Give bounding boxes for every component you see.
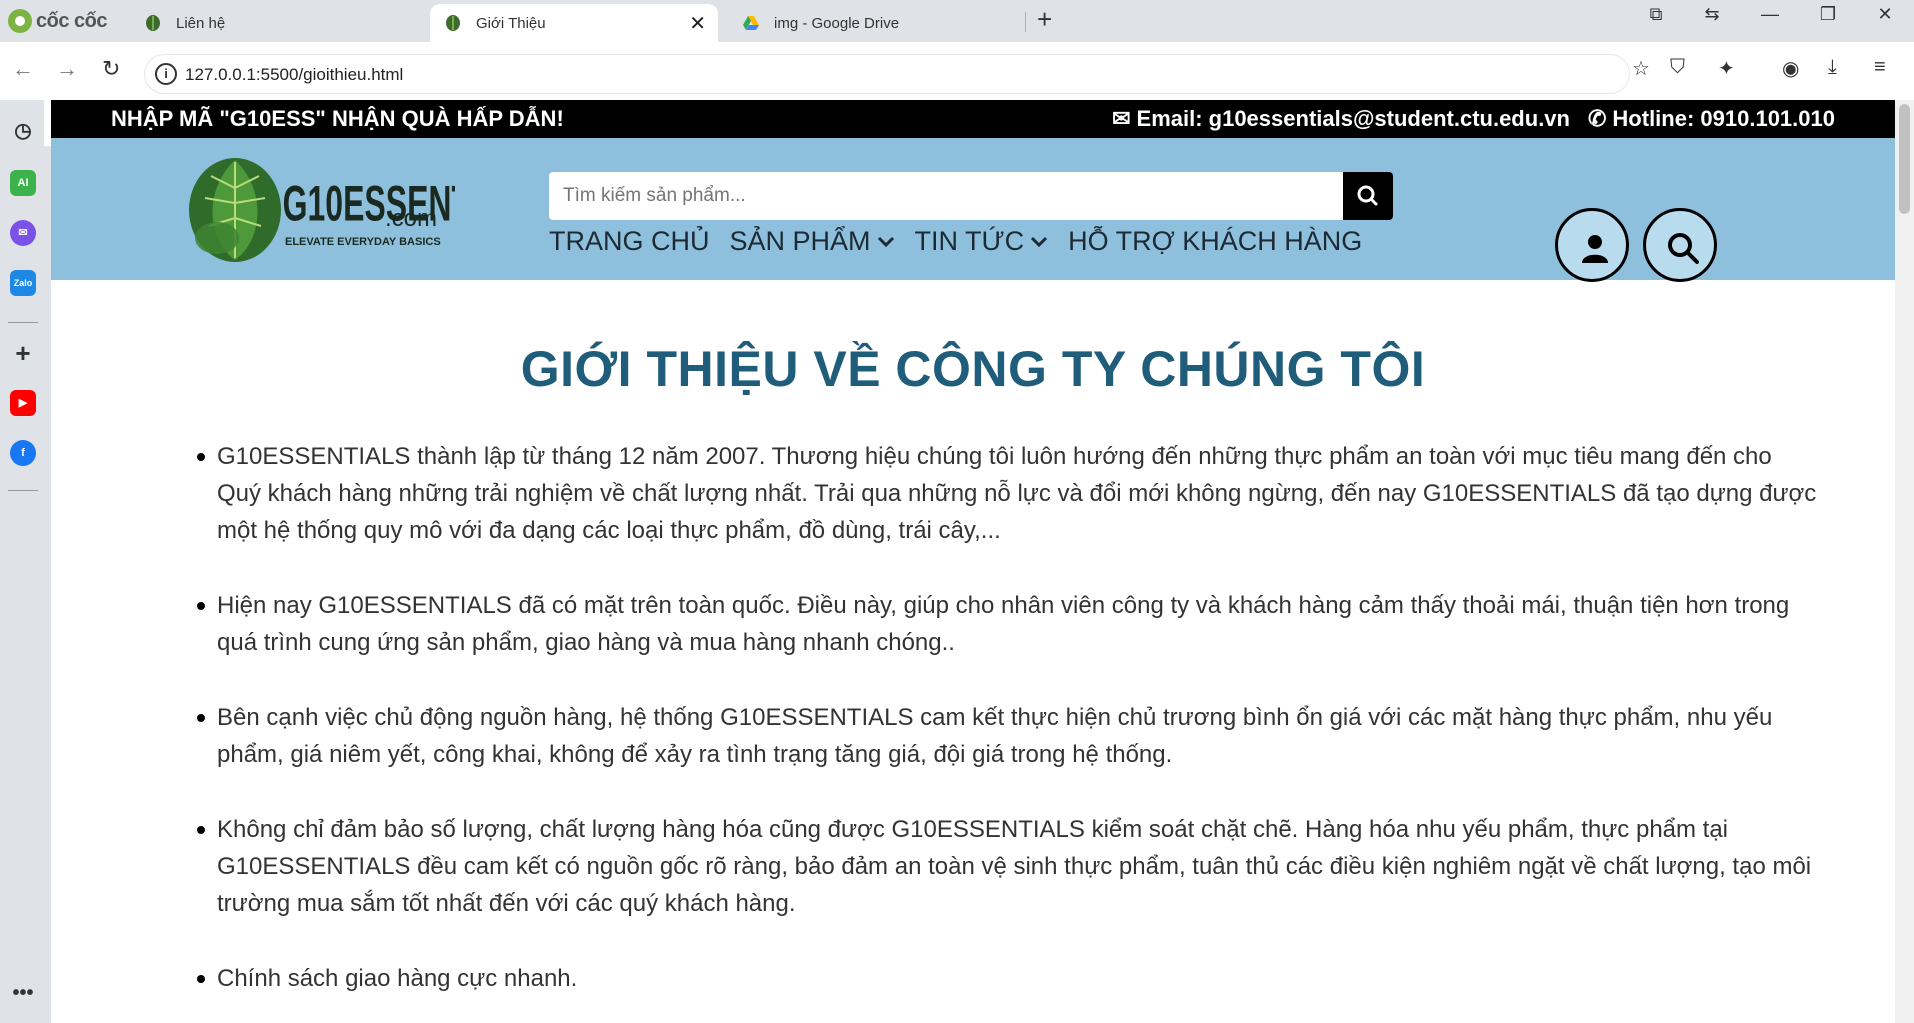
- search-button[interactable]: [1343, 172, 1393, 220]
- email-contact[interactable]: ✉ Email: g10essentials@student.ctu.edu.vn: [1112, 106, 1570, 132]
- add-shortcut-icon[interactable]: +: [10, 340, 36, 366]
- contact-info: ✉ Email: g10essentials@student.ctu.edu.vn…: [1112, 106, 1835, 132]
- new-tab-button[interactable]: +: [1037, 4, 1052, 35]
- tab-search-icon[interactable]: ⇆: [1692, 4, 1732, 25]
- tab-label: Giới Thiệu: [476, 14, 546, 32]
- close-window-button[interactable]: ✕: [1865, 4, 1905, 25]
- page-viewport: NHẬP MÃ "G10ESS" NHẬN QUÀ HẤP DẪN! ✉ Emai…: [51, 100, 1895, 1023]
- main-nav: TRANG CHỦ SẢN PHẨM TIN TỨC HỖ TRỢ KHÁCH …: [549, 226, 1362, 257]
- hotline-contact[interactable]: ✆ Hotline: 0910.101.010: [1588, 106, 1835, 132]
- sidebar-divider: [8, 490, 38, 491]
- shield-icon[interactable]: ⛉: [1670, 56, 1685, 79]
- list-item: Hiện nay G10ESSENTIALS đã có mặt trên to…: [197, 587, 1817, 661]
- bookmark-star-icon[interactable]: ☆: [1632, 56, 1650, 81]
- google-drive-icon: [743, 16, 759, 30]
- download-icon[interactable]: ⤓: [1828, 56, 1837, 79]
- tab-lien-he[interactable]: Liên hệ: [140, 4, 410, 42]
- minimize-button[interactable]: —: [1750, 4, 1790, 25]
- restore-button[interactable]: ❐: [1808, 4, 1848, 25]
- intro-list: G10ESSENTIALS thành lập từ tháng 12 năm …: [197, 438, 1817, 1023]
- header-search-button[interactable]: [1643, 208, 1717, 282]
- search-box: [549, 172, 1393, 220]
- chevron-down-icon: [877, 236, 894, 247]
- promo-text: NHẬP MÃ "G10ESS" NHẬN QUÀ HẤP DẪN!: [111, 106, 564, 131]
- extensions-icon[interactable]: ✦: [1718, 56, 1735, 81]
- scrollbar-thumb[interactable]: [1899, 104, 1910, 214]
- list-item: Bên cạnh việc chủ động nguồn hàng, hệ th…: [197, 699, 1817, 773]
- leaf-favicon-icon: [446, 15, 460, 31]
- back-button[interactable]: ←: [12, 56, 34, 82]
- menu-icon[interactable]: ≡: [1874, 56, 1886, 79]
- email-text: Email: g10essentials@student.ctu.edu.vn: [1136, 106, 1570, 131]
- reload-button[interactable]: ↻: [102, 56, 120, 82]
- list-item: G10ESSENTIALS thành lập từ tháng 12 năm …: [197, 438, 1817, 549]
- search-input[interactable]: [549, 172, 1343, 220]
- browser-brand-name: cốc cốc: [36, 9, 107, 32]
- sidebar-divider: [8, 322, 38, 323]
- list-item: Không chỉ đảm bảo số lượng, chất lượng h…: [197, 811, 1817, 922]
- logo-tagline: ELEVATE EVERYDAY BASICS: [285, 236, 441, 248]
- page-title: GIỚI THIỆU VỀ CÔNG TY CHÚNG TÔI: [520, 341, 1426, 397]
- close-tab-icon[interactable]: ✕: [689, 11, 706, 36]
- site-header: G10ESSENTIALS .com ELEVATE EVERYDAY BASI…: [51, 138, 1895, 282]
- nav-label: SẢN PHẨM: [729, 226, 871, 256]
- list-item: Chính sách giao hàng cực nhanh.: [197, 960, 1817, 997]
- envelope-icon: ✉: [1112, 106, 1131, 131]
- messenger-icon[interactable]: ✉: [10, 220, 36, 246]
- nav-tin-tuc[interactable]: TIN TỨC: [915, 226, 1049, 257]
- browser-brand: cốc cốc: [8, 8, 107, 34]
- profile-icon[interactable]: ◉: [1782, 56, 1799, 81]
- site-info-icon[interactable]: i: [155, 63, 177, 85]
- site-logo[interactable]: G10ESSENTIALS .com ELEVATE EVERYDAY BASI…: [185, 148, 455, 266]
- logo-suffix: .com: [385, 205, 437, 232]
- search-icon: [1357, 185, 1378, 206]
- nav-label: TIN TỨC: [914, 226, 1025, 256]
- hotline-text: Hotline: 0910.101.010: [1612, 106, 1835, 131]
- chevron-down-icon: [1031, 236, 1048, 247]
- tab-label: img - Google Drive: [774, 14, 900, 32]
- browser-sidebar: ◷ AI ✉ Zalo + ▶ f •••: [0, 100, 44, 1023]
- nav-label: TRANG CHỦ: [549, 226, 710, 256]
- url-text: 127.0.0.1:5500/gioithieu.html: [185, 65, 404, 84]
- screen-capture-icon[interactable]: ⧉: [1636, 4, 1676, 25]
- zalo-icon[interactable]: Zalo: [10, 270, 36, 296]
- tab-label: Liên hệ: [176, 14, 226, 32]
- forward-button[interactable]: →: [56, 56, 78, 82]
- promo-bar: NHẬP MÃ "G10ESS" NHẬN QUÀ HẤP DẪN! ✉ Emai…: [51, 100, 1895, 138]
- page-scrollbar[interactable]: [1895, 100, 1914, 1023]
- history-icon[interactable]: ◷: [10, 118, 36, 144]
- nav-san-pham[interactable]: SẢN PHẨM: [730, 226, 895, 257]
- account-button[interactable]: [1555, 208, 1629, 282]
- more-icon[interactable]: •••: [10, 980, 36, 1006]
- nav-label: HỖ TRỢ KHÁCH HÀNG: [1068, 226, 1363, 256]
- ai-assistant-icon[interactable]: AI: [10, 170, 36, 196]
- leaf-favicon-icon: [146, 15, 160, 31]
- facebook-icon[interactable]: f: [10, 440, 36, 466]
- nav-trang-chu[interactable]: TRANG CHỦ: [549, 226, 710, 257]
- nav-ho-tro-khach-hang[interactable]: HỖ TRỢ KHÁCH HÀNG: [1068, 226, 1362, 257]
- phone-icon: ✆: [1587, 106, 1607, 131]
- browser-tab-strip: cốc cốc Liên hệ Giới Thiệu ✕ img - Googl…: [0, 0, 1914, 42]
- user-icon: [1582, 235, 1608, 263]
- tab-gioi-thieu[interactable]: Giới Thiệu ✕: [430, 4, 718, 42]
- coccoc-logo-icon: [8, 9, 32, 33]
- search-icon: [1668, 233, 1699, 264]
- tab-google-drive[interactable]: img - Google Drive: [738, 4, 1018, 42]
- address-bar[interactable]: i 127.0.0.1:5500/gioithieu.html: [144, 54, 1630, 94]
- youtube-icon[interactable]: ▶: [10, 390, 36, 416]
- tab-separator: [1025, 12, 1026, 32]
